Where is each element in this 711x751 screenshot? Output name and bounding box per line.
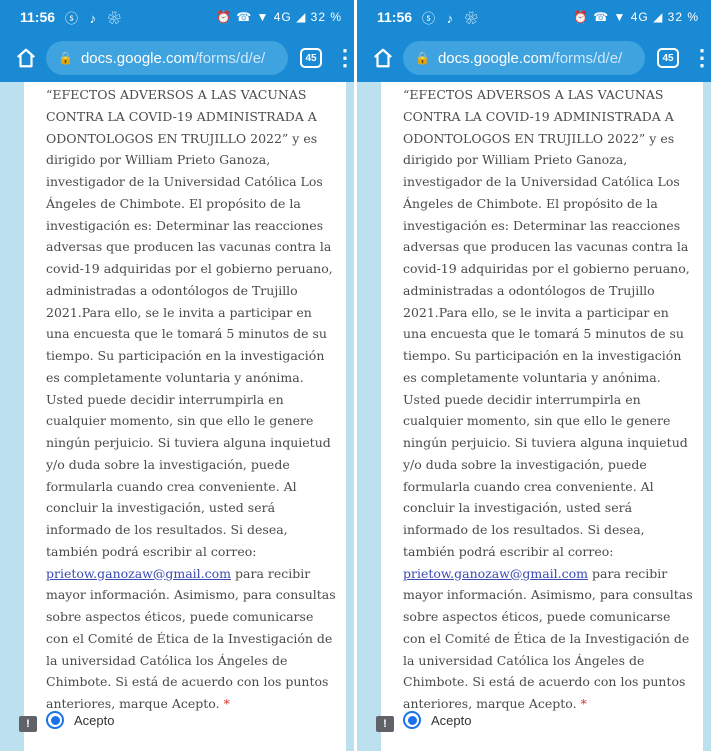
required-asterisk: * — [223, 696, 230, 711]
tab-switcher-button[interactable]: 45 — [657, 48, 679, 68]
form-question-card: “EFECTOS ADVERSOS A LAS VACUNAS CONTRA L… — [381, 82, 703, 751]
report-feedback-icon[interactable]: ! — [376, 716, 394, 732]
notification-icons: ⓢ ♪ ❀ — [422, 10, 482, 26]
browser-toolbar: 🔒 docs.google.com/forms/d/e/ 45 ⋮ — [357, 34, 711, 82]
required-asterisk: * — [580, 696, 587, 711]
accept-option[interactable]: Acepto — [46, 711, 114, 729]
accept-option[interactable]: Acepto — [403, 711, 471, 729]
home-icon[interactable] — [369, 44, 397, 72]
status-time: 11:56 — [377, 9, 413, 25]
url-path: /forms/d/e/ — [194, 49, 266, 67]
email-link[interactable]: prietow.ganozaw@gmail.com — [403, 566, 588, 581]
url-bar[interactable]: 🔒 docs.google.com/forms/d/e/ — [46, 41, 288, 75]
phone-screenshot-left: 11:56 ⓢ ♪ ❀ ⏰ ☎ ▼ 4G ◢ 32 % 🔒 docs.googl… — [0, 0, 354, 751]
radio-selected-icon[interactable] — [403, 711, 421, 729]
system-status-icons: ⏰ ☎ ▼ 4G ◢ 32 % — [215, 10, 342, 24]
url-bar[interactable]: 🔒 docs.google.com/forms/d/e/ — [403, 41, 645, 75]
phone-screenshot-right: 11:56 ⓢ ♪ ❀ ⏰ ☎ ▼ 4G ◢ 32 % 🔒 docs.googl… — [357, 0, 711, 751]
accept-option-label: Acepto — [431, 712, 472, 728]
consent-text: “EFECTOS ADVERSOS A LAS VACUNAS CONTRA L… — [403, 84, 693, 715]
system-status-icons: ⏰ ☎ ▼ 4G ◢ 32 % — [572, 10, 699, 24]
url-path: /forms/d/e/ — [551, 49, 623, 67]
consent-text: “EFECTOS ADVERSOS A LAS VACUNAS CONTRA L… — [46, 84, 336, 715]
status-bar: 11:56 ⓢ ♪ ❀ ⏰ ☎ ▼ 4G ◢ 32 % — [357, 0, 711, 34]
lock-icon: 🔒 — [415, 51, 430, 65]
lock-icon: 🔒 — [58, 51, 73, 65]
tab-switcher-button[interactable]: 45 — [300, 48, 322, 68]
consent-text-intro: “EFECTOS ADVERSOS A LAS VACUNAS CONTRA L… — [46, 87, 333, 559]
status-bar: 11:56 ⓢ ♪ ❀ ⏰ ☎ ▼ 4G ◢ 32 % — [0, 0, 354, 34]
home-icon[interactable] — [12, 44, 40, 72]
status-time: 11:56 — [20, 9, 56, 25]
url-domain: docs.google.com — [437, 49, 552, 67]
report-feedback-icon[interactable]: ! — [19, 716, 37, 732]
form-question-card: “EFECTOS ADVERSOS A LAS VACUNAS CONTRA L… — [24, 82, 346, 751]
consent-text-outro: para recibir mayor información. Asimismo… — [403, 565, 693, 712]
email-link[interactable]: prietow.ganozaw@gmail.com — [46, 566, 231, 581]
consent-text-outro: para recibir mayor información. Asimismo… — [46, 565, 336, 712]
overflow-menu-icon[interactable]: ⋮ — [691, 47, 711, 69]
overflow-menu-icon[interactable]: ⋮ — [334, 47, 354, 69]
radio-selected-icon[interactable] — [46, 711, 64, 729]
browser-toolbar: 🔒 docs.google.com/forms/d/e/ 45 ⋮ — [0, 34, 354, 82]
notification-icons: ⓢ ♪ ❀ — [65, 10, 125, 26]
url-domain: docs.google.com — [80, 49, 195, 67]
consent-text-intro: “EFECTOS ADVERSOS A LAS VACUNAS CONTRA L… — [403, 87, 690, 559]
accept-option-label: Acepto — [74, 712, 115, 728]
